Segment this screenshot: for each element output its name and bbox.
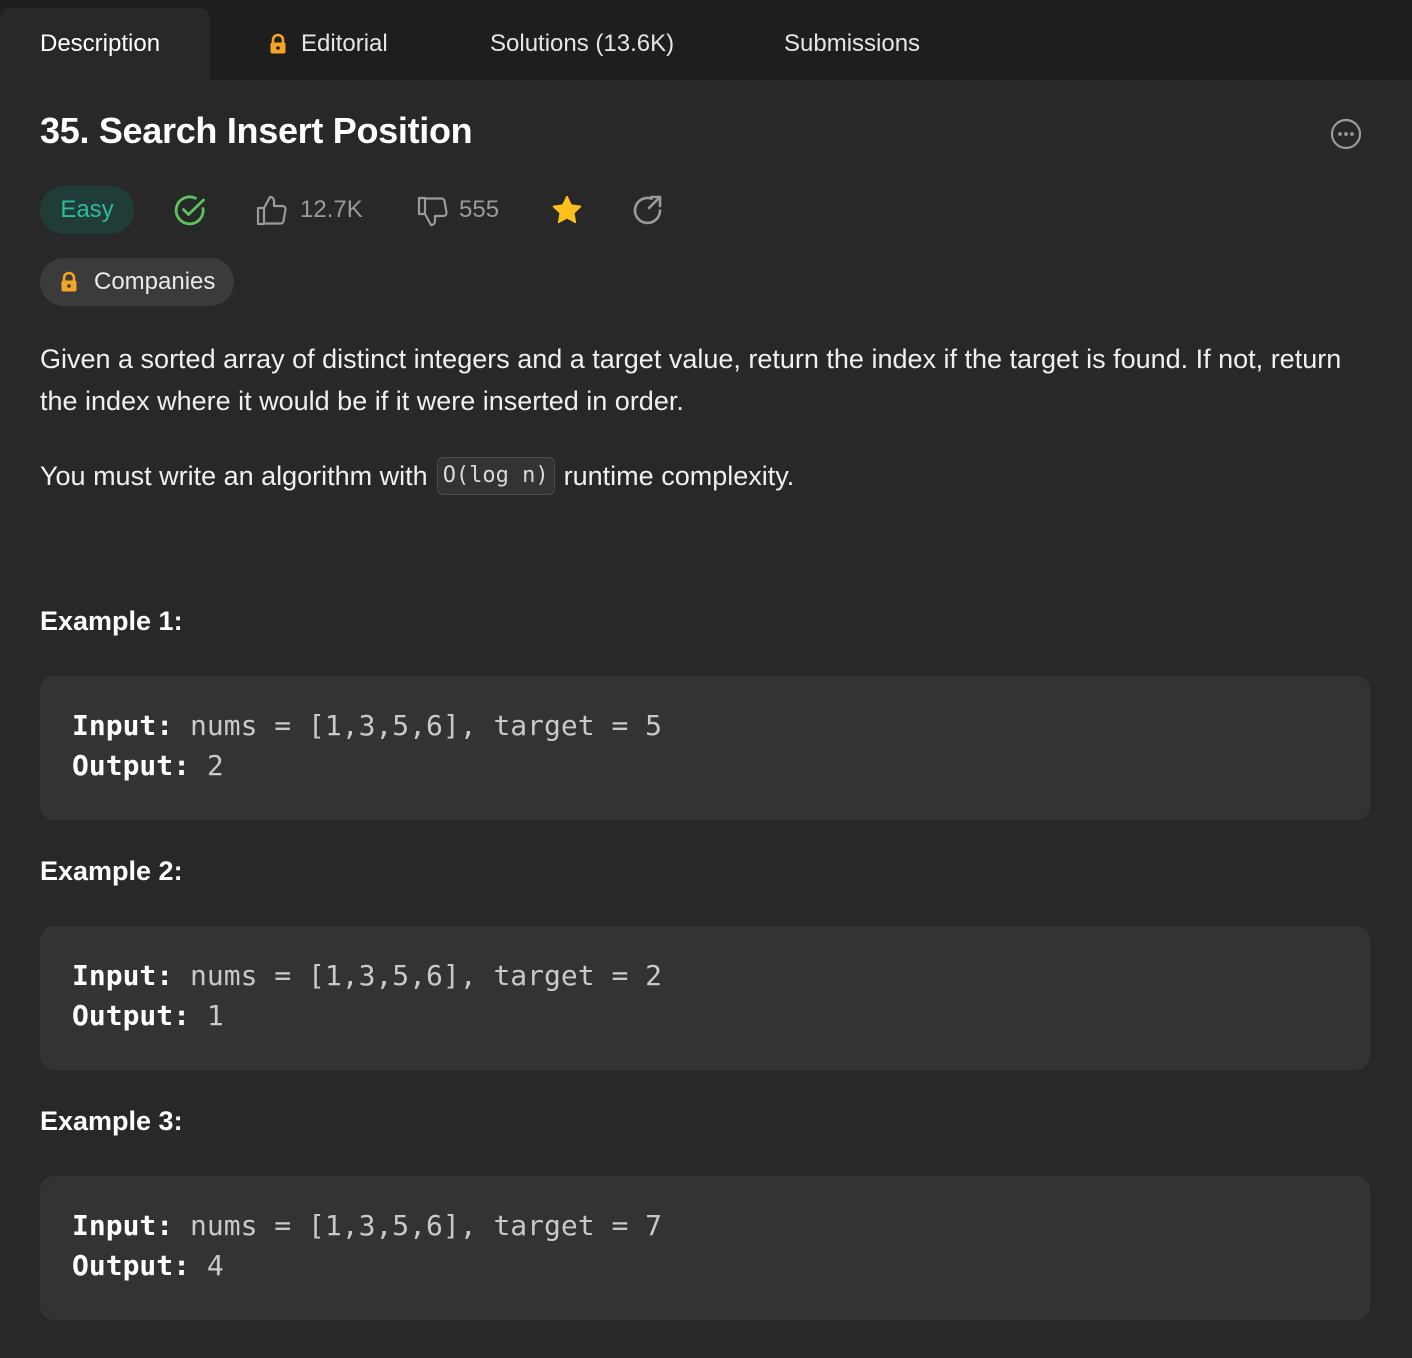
output-value: 1 (190, 999, 224, 1032)
output-label: Output: (72, 1249, 191, 1282)
tab-description-label: Description (40, 30, 161, 57)
complexity-text-before: You must write an algorithm with (40, 461, 428, 491)
difficulty-label: Easy (60, 196, 114, 223)
tab-solutions[interactable]: Solutions (13.6K) (490, 8, 674, 80)
tab-description[interactable]: Description (0, 8, 210, 80)
companies-button[interactable]: Companies (40, 258, 234, 306)
input-label: Input: (72, 709, 174, 742)
input-value: nums = [1,3,5,6], target = 5 (173, 709, 663, 742)
lock-icon (58, 271, 80, 293)
complexity-text-after: runtime complexity. (563, 461, 795, 491)
example-3-title: Example 3: (40, 1106, 183, 1136)
example-2-block: Input: nums = [1,3,5,6], target = 2 Outp… (40, 926, 1370, 1070)
example-2-title: Example 2: (40, 856, 183, 886)
output-label: Output: (72, 749, 191, 782)
tab-submissions-label: Submissions (784, 30, 921, 57)
tab-editorial-label: Editorial (301, 30, 388, 57)
companies-label: Companies (94, 268, 216, 295)
example-1-title: Example 1: (40, 606, 183, 636)
dislikes-count: 555 (459, 196, 500, 223)
lock-icon (267, 33, 289, 55)
complexity-note: You must write an algorithm with O(log n… (40, 456, 794, 496)
input-label: Input: (72, 1209, 174, 1242)
share-icon[interactable] (631, 193, 665, 232)
input-label: Input: (72, 959, 174, 992)
tab-solutions-label: Solutions (13.6K) (490, 30, 675, 57)
tab-bar: Description Editorial Solutions (13.6K) … (0, 0, 1412, 80)
complexity-code: O(log n) (436, 457, 555, 495)
example-1-block: Input: nums = [1,3,5,6], target = 5 Outp… (40, 676, 1370, 820)
tab-submissions[interactable]: Submissions (784, 8, 920, 80)
star-icon[interactable] (550, 193, 584, 232)
thumbs-up-icon[interactable] (255, 193, 289, 232)
likes-count: 12.7K (300, 196, 363, 223)
tab-editorial[interactable]: Editorial (267, 8, 388, 80)
input-value: nums = [1,3,5,6], target = 7 (173, 1209, 663, 1242)
problem-description: Given a sorted array of distinct integer… (40, 344, 1342, 416)
check-circle-icon (173, 193, 207, 232)
difficulty-badge: Easy (40, 186, 134, 234)
output-value: 2 (190, 749, 224, 782)
more-options-icon[interactable] (1329, 117, 1363, 151)
input-value: nums = [1,3,5,6], target = 2 (173, 959, 663, 992)
output-value: 4 (190, 1249, 224, 1282)
example-3-block: Input: nums = [1,3,5,6], target = 7 Outp… (40, 1176, 1370, 1320)
output-label: Output: (72, 999, 191, 1032)
thumbs-down-icon[interactable] (416, 195, 450, 234)
problem-title: 35. Search Insert Position (40, 110, 473, 151)
